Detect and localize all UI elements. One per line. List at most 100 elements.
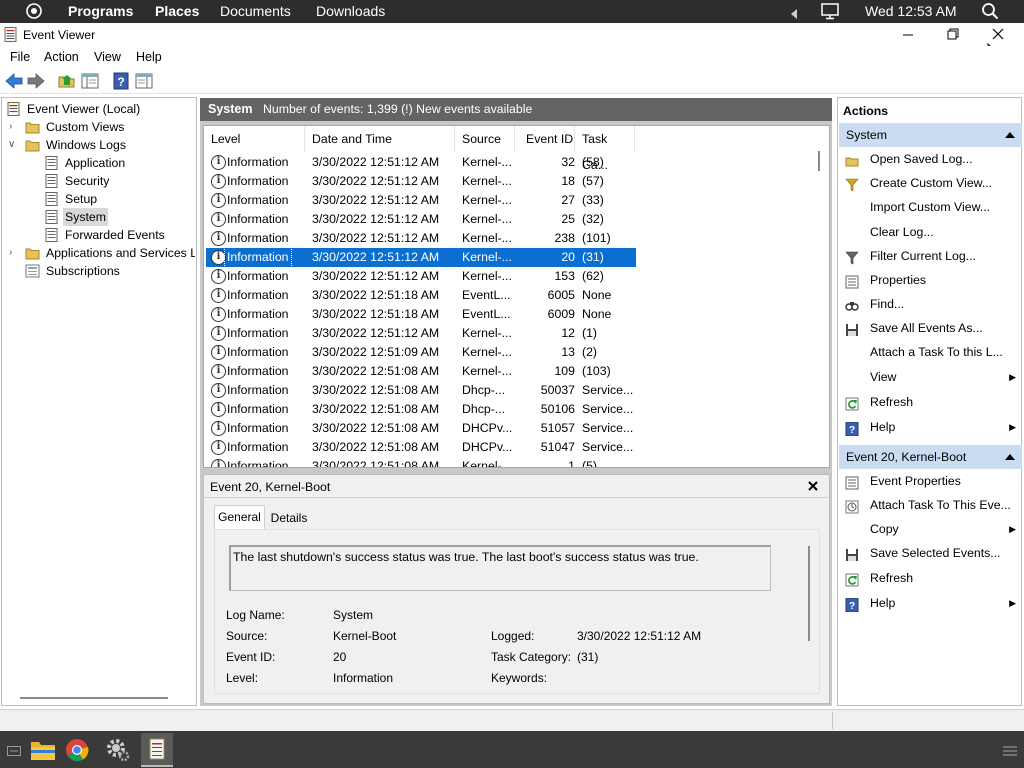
action-view[interactable]: View ▶	[839, 365, 1022, 389]
action-create-custom-view[interactable]: Create Custom View...	[839, 171, 1022, 195]
action-event-properties[interactable]: Event Properties	[839, 469, 1022, 493]
display-icon[interactable]	[821, 3, 839, 20]
table-row[interactable]: i Information 3/30/2022 12:51:08 AM Dhcp-..…	[206, 400, 636, 419]
clock[interactable]: Wed 12:53 AM	[865, 3, 957, 20]
tree-node-applications-and-services[interactable]: Applications and Services Lo	[25, 244, 195, 262]
column-header-event-id[interactable]: Event ID	[515, 126, 575, 152]
table-row[interactable]: i Information 3/30/2022 12:51:12 AM Kernel-…	[206, 247, 636, 268]
table-row[interactable]: i Information 3/30/2022 12:51:08 AM Kernel-…	[206, 457, 636, 467]
collapse-chevron-down-icon[interactable]: ∨	[8, 136, 18, 154]
action-help[interactable]: ? Help ▶	[839, 591, 1022, 615]
table-row[interactable]: i Information 3/30/2022 12:51:08 AM DHCPv..…	[206, 419, 636, 438]
table-row[interactable]: i Information 3/30/2022 12:51:12 AM Kernel-…	[206, 191, 636, 210]
column-header-level[interactable]: Level	[204, 126, 305, 152]
tree-label: Event Viewer (Local)	[27, 102, 141, 116]
action-attach-task[interactable]: Attach a Task To this L...	[839, 340, 1022, 364]
table-row[interactable]: i Information 3/30/2022 12:51:18 AM EventL.…	[206, 305, 636, 324]
column-header-task-category[interactable]: Task Ca...	[575, 126, 635, 172]
file-manager-icon[interactable]	[30, 738, 56, 762]
console-tree-icon[interactable]	[81, 72, 99, 90]
table-row[interactable]: i Information 3/30/2022 12:51:08 AM Dhcp-..…	[206, 381, 636, 400]
minimize-button[interactable]	[900, 29, 916, 41]
cell-event-id: 20	[561, 250, 575, 264]
table-row[interactable]: i Information 3/30/2022 12:51:12 AM Kernel-…	[206, 172, 636, 191]
action-refresh[interactable]: Refresh	[839, 390, 1022, 414]
table-row[interactable]: i Information 3/30/2022 12:51:18 AM EventL.…	[206, 286, 636, 305]
collapse-up-icon[interactable]	[1005, 132, 1015, 138]
taskbar-menu-icon[interactable]	[1003, 745, 1017, 756]
action-open-saved-log[interactable]: Open Saved Log...	[839, 147, 1022, 171]
menu-programs[interactable]: Programs	[68, 3, 133, 20]
search-icon[interactable]	[981, 2, 999, 20]
table-row[interactable]: i Information 3/30/2022 12:51:12 AM Kernel-…	[206, 153, 636, 172]
detail-scrollbar-thumb[interactable]	[808, 546, 810, 641]
cell-date: 3/30/2022 12:51:12 AM	[312, 231, 440, 245]
help-icon[interactable]: ?	[112, 72, 130, 90]
action-pane-icon[interactable]	[135, 72, 153, 90]
menu-documents[interactable]: Documents	[220, 3, 291, 20]
close-button[interactable]	[990, 27, 1006, 41]
actions-section-event[interactable]: Event 20, Kernel-Boot	[839, 445, 1022, 469]
menu-places[interactable]: Places	[155, 3, 199, 20]
activities-icon[interactable]	[25, 2, 43, 20]
column-header-source[interactable]: Source	[455, 126, 515, 152]
event-viewer-task-button[interactable]	[141, 733, 173, 767]
tab-details[interactable]: Details	[266, 507, 312, 529]
information-icon: i	[211, 174, 226, 189]
tab-general[interactable]: General	[214, 505, 265, 529]
tab-label: Details	[270, 511, 308, 525]
column-header-date[interactable]: Date and Time	[305, 126, 455, 152]
action-refresh[interactable]: Refresh	[839, 566, 1022, 590]
cell-source: DHCPv...	[462, 421, 513, 435]
action-save-all-events[interactable]: Save All Events As...	[839, 316, 1022, 340]
table-row[interactable]: i Information 3/30/2022 12:51:12 AM Kernel-…	[206, 210, 636, 229]
cell-task: Service...	[582, 421, 634, 435]
submenu-arrow-icon: ▶	[1009, 598, 1016, 608]
chrome-icon[interactable]	[65, 738, 89, 762]
cell-source: EventL...	[462, 307, 511, 321]
expand-chevron-right-icon[interactable]: ›	[9, 118, 19, 136]
forward-arrow-icon[interactable]	[27, 72, 45, 90]
action-filter-current-log[interactable]: Filter Current Log...	[839, 244, 1022, 268]
expand-chevron-right-icon[interactable]: ›	[9, 244, 19, 262]
information-icon: i	[211, 326, 226, 341]
action-attach-task-event[interactable]: Attach Task To This Eve...	[839, 493, 1022, 517]
tree-horizontal-scrollbar[interactable]	[20, 697, 168, 699]
information-icon: i	[211, 345, 226, 360]
table-row[interactable]: i Information 3/30/2022 12:51:08 AM Kernel-…	[206, 362, 636, 381]
cell-source: Kernel-...	[462, 155, 512, 169]
action-import-custom-view[interactable]: Import Custom View...	[839, 195, 1022, 219]
tree-label: Subscriptions	[46, 264, 120, 278]
back-arrow-icon[interactable]	[5, 72, 23, 90]
action-find[interactable]: Find...	[839, 292, 1022, 316]
cell-date: 3/30/2022 12:51:18 AM	[312, 307, 440, 321]
action-clear-log[interactable]: Clear Log...	[839, 220, 1022, 244]
scrollbar-thumb[interactable]	[818, 151, 820, 171]
event-message-box[interactable]: The last shutdown's success status was t…	[229, 545, 771, 591]
action-help[interactable]: ? Help ▶	[839, 415, 1022, 439]
menu-file[interactable]: File	[10, 50, 30, 64]
menu-view[interactable]: View	[94, 50, 121, 64]
restore-button[interactable]	[945, 27, 961, 41]
actions-section-system[interactable]: System	[839, 123, 1022, 147]
action-save-selected-events[interactable]: Save Selected Events...	[839, 541, 1022, 565]
table-row[interactable]: i Information 3/30/2022 12:51:12 AM Kernel-…	[206, 267, 636, 286]
detail-close-icon[interactable]	[807, 480, 819, 492]
menu-help[interactable]: Help	[136, 50, 162, 64]
table-row[interactable]: i Information 3/30/2022 12:51:09 AM Kernel-…	[206, 343, 636, 362]
open-folder-icon[interactable]	[58, 72, 76, 90]
volume-left-arrow-icon[interactable]	[790, 6, 798, 19]
action-properties[interactable]: Properties	[839, 268, 1022, 292]
events-vertical-scrollbar[interactable]	[815, 127, 829, 466]
cell-event-id: 12	[561, 326, 575, 340]
action-copy[interactable]: Copy ▶	[839, 517, 1022, 541]
show-desktop-icon[interactable]	[7, 745, 21, 756]
table-row[interactable]: i Information 3/30/2022 12:51:08 AM DHCPv..…	[206, 438, 636, 457]
collapse-up-icon[interactable]	[1005, 454, 1015, 460]
table-row[interactable]: i Information 3/30/2022 12:51:12 AM Kernel-…	[206, 229, 636, 248]
menu-action[interactable]: Action	[44, 50, 79, 64]
table-row[interactable]: i Information 3/30/2022 12:51:12 AM Kernel-…	[206, 324, 636, 343]
menu-downloads[interactable]: Downloads	[316, 3, 385, 20]
settings-gear-icon[interactable]	[105, 737, 131, 763]
cell-event-id: 25	[561, 212, 575, 226]
